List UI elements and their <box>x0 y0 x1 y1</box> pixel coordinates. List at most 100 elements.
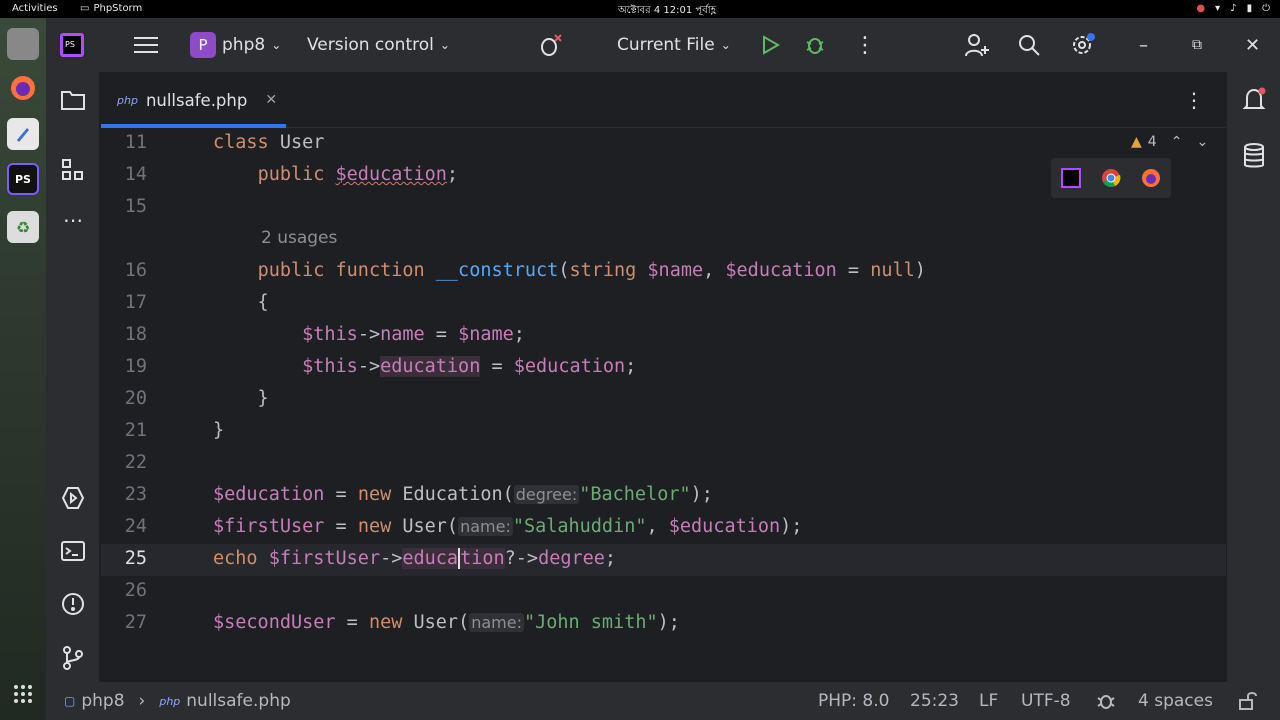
previous-highlight-icon[interactable]: ⌃ <box>1171 134 1183 150</box>
git-icon[interactable] <box>59 644 87 672</box>
more-actions-icon[interactable]: ⋮ <box>854 18 876 72</box>
run-config-label: Current File <box>617 35 715 55</box>
close-window-button[interactable]: ✕ <box>1245 18 1260 72</box>
activities-button[interactable]: Activities <box>12 3 58 14</box>
editor-tab-nullsafe[interactable]: php nullsafe.php ✕ <box>101 72 286 128</box>
line-number: 15 <box>124 196 147 217</box>
run-icon[interactable] <box>760 18 780 72</box>
caret-position[interactable]: 25:23 <box>910 682 959 720</box>
notifications-bell-icon[interactable] <box>1240 86 1268 114</box>
files-app-icon[interactable] <box>7 28 39 60</box>
services-icon[interactable] <box>59 484 87 512</box>
close-tab-icon[interactable]: ✕ <box>265 92 277 108</box>
more-tools-icon[interactable]: ⋯ <box>59 206 87 234</box>
phpstorm-dock-icon[interactable]: PS <box>7 163 39 195</box>
line-number: 19 <box>124 356 147 377</box>
power-icon: ⏻ <box>1262 3 1270 14</box>
volume-icon: ♪ <box>1230 3 1237 14</box>
code-line-16: public function __construct(string $name… <box>257 260 926 281</box>
line-number: 20 <box>124 388 147 409</box>
inspection-widget[interactable]: ▲ 4 ⌃ ⌄ <box>1131 134 1208 150</box>
code-editor[interactable]: 11 class User 14 public $education; 15 2… <box>101 128 1226 682</box>
line-number: 22 <box>124 452 147 473</box>
minimize-button[interactable]: – <box>1139 18 1148 72</box>
line-number: 26 <box>124 580 147 601</box>
active-app[interactable]: ▭ PhpStorm <box>80 3 142 14</box>
chevron-down-icon: ⌄ <box>271 38 282 52</box>
param-hint: name: <box>469 613 524 632</box>
project-badge: P <box>190 32 216 58</box>
structure-icon[interactable] <box>59 156 87 184</box>
open-in-browser-popup <box>1051 158 1171 198</box>
tab-options-icon[interactable]: ⋮ <box>1184 88 1204 112</box>
code-line-21: } <box>213 420 225 441</box>
code-line-24: $firstUser = new User(name: "Salahuddin",… <box>213 516 803 537</box>
text-editor-icon[interactable] <box>7 118 39 150</box>
chevron-down-icon: ⌄ <box>720 38 731 52</box>
param-hint: name: <box>458 517 513 536</box>
code-line-18: $this->name = $name; <box>302 324 525 345</box>
search-icon[interactable] <box>1017 18 1041 72</box>
trash-icon[interactable]: ♻ <box>7 211 39 243</box>
firefox-icon[interactable] <box>7 72 39 104</box>
file-encoding[interactable]: UTF-8 <box>1021 682 1071 720</box>
indent-widget[interactable]: 4 spaces <box>1138 682 1213 720</box>
debug-icon[interactable] <box>536 18 564 72</box>
lock-icon[interactable] <box>1238 682 1258 720</box>
project-name: php8 <box>222 35 266 55</box>
right-tool-window-bar <box>1226 72 1280 682</box>
module-icon: ▢ <box>64 694 76 708</box>
line-number: 27 <box>124 612 147 633</box>
add-user-icon[interactable] <box>964 18 990 72</box>
line-number: 21 <box>124 420 147 441</box>
debug-run-icon[interactable] <box>804 18 826 72</box>
phpstorm-logo-icon[interactable]: PS <box>60 18 84 72</box>
usages-hint[interactable]: 2 usages <box>261 228 337 248</box>
project-selector[interactable]: P php8 ⌄ <box>190 18 281 72</box>
tab-filename: nullsafe.php <box>145 90 248 110</box>
line-number: 16 <box>124 260 147 281</box>
line-number: 25 <box>124 548 147 569</box>
line-separator[interactable]: LF <box>979 682 998 720</box>
problems-icon[interactable] <box>59 590 87 618</box>
main-menu-icon[interactable] <box>134 18 158 72</box>
debugger-icon[interactable] <box>1095 682 1117 720</box>
terminal-icon[interactable] <box>59 537 87 565</box>
run-config-selector[interactable]: Current File ⌄ <box>617 18 731 72</box>
line-number: 23 <box>124 484 147 505</box>
line-number: 14 <box>124 164 147 185</box>
line-number: 11 <box>124 132 147 153</box>
firefox-browser-icon[interactable] <box>1141 168 1161 188</box>
restore-button[interactable]: ⧉ <box>1192 18 1202 72</box>
param-hint: degree: <box>513 485 580 504</box>
vcs-menu[interactable]: Version control ⌄ <box>307 18 450 72</box>
left-tool-window-bar: ⋯ <box>46 72 100 682</box>
ide-title-bar: PS P php8 ⌄ Version control ⌄ Current Fi… <box>46 18 1280 72</box>
database-icon[interactable] <box>1240 142 1268 170</box>
breadcrumb[interactable]: ▢ php8 › php nullsafe.php <box>64 682 291 720</box>
warning-count: 4 <box>1147 134 1157 150</box>
code-line-11: class User <box>213 132 325 153</box>
phpstorm-browser-icon[interactable] <box>1061 168 1081 188</box>
chevron-down-icon: ⌄ <box>439 38 450 52</box>
string-literal: "Bachelor" <box>579 484 691 505</box>
show-apps-icon[interactable] <box>7 678 39 710</box>
chrome-icon[interactable] <box>1101 168 1121 188</box>
settings-gear-icon[interactable] <box>1070 18 1096 72</box>
system-tray[interactable]: ● ▾ ♪ ▮ ⏻ <box>1196 3 1270 14</box>
wifi-icon: ▾ <box>1215 3 1221 14</box>
line-number: 18 <box>124 324 147 345</box>
php-file-icon: php <box>117 93 138 107</box>
project-folder-icon[interactable] <box>59 86 87 114</box>
code-line-20: } <box>213 388 269 409</box>
breadcrumb-project[interactable]: php8 <box>81 691 124 711</box>
code-line-19: $this->education = $education; <box>302 356 637 377</box>
php-version-widget[interactable]: PHP: 8.0 <box>818 682 889 720</box>
code-line-17: { <box>213 292 269 313</box>
code-line-25: echo $firstUser->educa tion?->degree; <box>213 548 617 569</box>
ide-window: PS P php8 ⌄ Version control ⌄ Current Fi… <box>46 18 1280 720</box>
line-number: 24 <box>124 516 147 537</box>
breadcrumb-file[interactable]: nullsafe.php <box>186 691 290 711</box>
app-window-icon: ▭ <box>80 3 90 14</box>
next-highlight-icon[interactable]: ⌄ <box>1196 134 1208 150</box>
